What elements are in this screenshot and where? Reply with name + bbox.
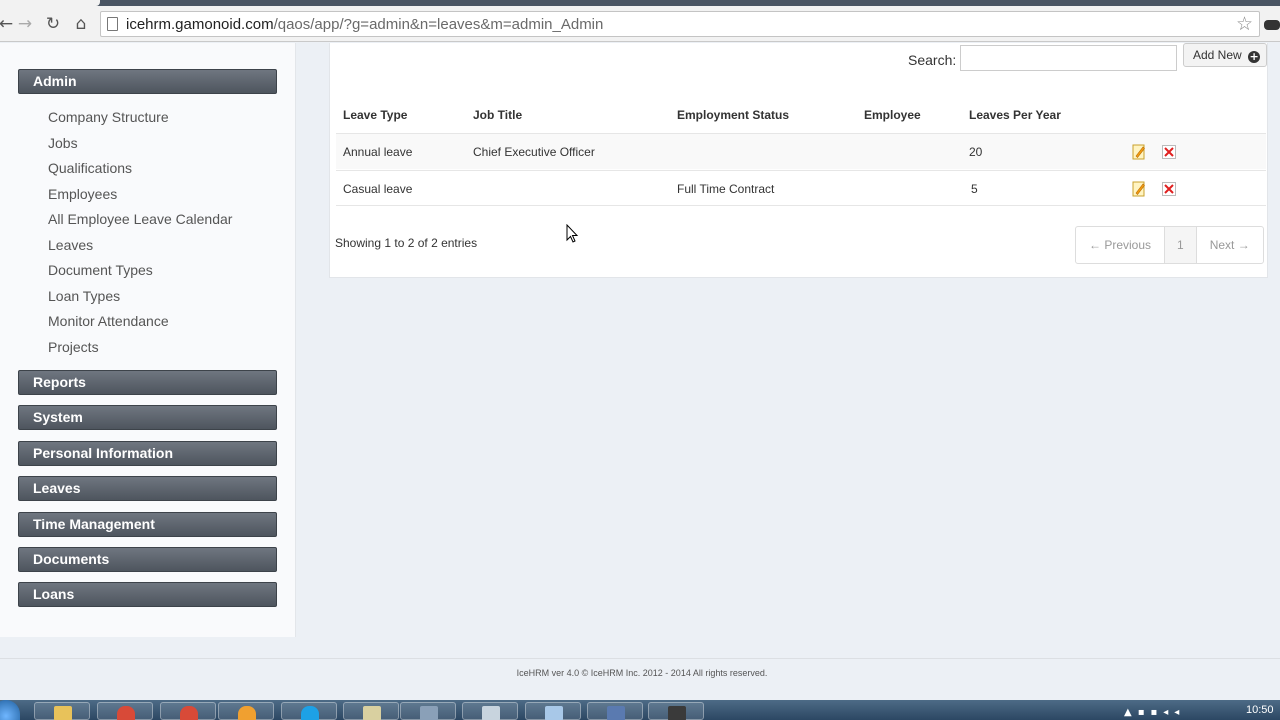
home-icon[interactable]: ⌂ [71, 14, 91, 34]
extension-icon[interactable] [1264, 20, 1280, 30]
sidebar-item-loan-types[interactable]: Loan Types [48, 288, 120, 304]
sidebar-item-jobs[interactable]: Jobs [48, 135, 78, 151]
sidebar-item-document-types[interactable]: Document Types [48, 262, 153, 278]
system-tray-icons[interactable]: ▲▪▪◂◂ [1124, 707, 1185, 718]
delete-icon[interactable] [1162, 145, 1176, 159]
back-icon[interactable]: ← [0, 14, 16, 34]
cell-employment-status: Full Time Contract [677, 182, 775, 196]
cell-job-title: Chief Executive Officer [473, 145, 595, 159]
app-taskbar-icon[interactable] [343, 702, 399, 720]
sidebar-header-time-management[interactable]: Time Management [18, 512, 277, 537]
sidebar-header-system[interactable]: System [18, 405, 277, 430]
cell-leaves-per-year: 5 [971, 182, 978, 196]
app-taskbar-icon[interactable] [525, 702, 581, 720]
edit-icon[interactable] [1132, 181, 1146, 197]
delete-icon[interactable] [1162, 182, 1176, 196]
sidebar-header-leaves[interactable]: Leaves [18, 476, 277, 501]
app-taskbar-icon[interactable] [648, 702, 704, 720]
taskbar-clock[interactable]: 10:50 [1246, 704, 1274, 716]
taskbar [0, 700, 1280, 720]
table-row: Casual leave Full Time Contract 5 [336, 170, 1266, 206]
column-header-job-title[interactable]: Job Title [473, 108, 522, 122]
sidebar-header-loans[interactable]: Loans [18, 582, 277, 607]
sidebar-header-admin[interactable]: Admin [18, 69, 277, 94]
sidebar-item-qualifications[interactable]: Qualifications [48, 160, 132, 176]
forward-icon[interactable]: → [15, 14, 35, 34]
start-button[interactable] [0, 700, 20, 720]
column-header-leaves-per-year[interactable]: Leaves Per Year [969, 108, 1061, 122]
address-bar[interactable]: icehrm.gamonoid.com/qaos/app/?g=admin&n=… [100, 11, 1260, 37]
search-label: Search: [908, 52, 957, 68]
footer-copyright: IceHRM ver 4.0 © IceHRM Inc. 2012 - 2014… [516, 668, 768, 678]
column-header-employment-status[interactable]: Employment Status [677, 108, 789, 122]
column-header-leave-type[interactable]: Leave Type [343, 108, 407, 122]
sidebar-item-employees[interactable]: Employees [48, 186, 117, 202]
media-player-taskbar-icon[interactable] [218, 702, 274, 720]
app-taskbar-icon[interactable] [462, 702, 518, 720]
cell-leave-type: Annual leave [343, 145, 413, 159]
cell-leave-type: Casual leave [343, 182, 413, 196]
search-input[interactable] [960, 45, 1177, 71]
sidebar-item-projects[interactable]: Projects [48, 339, 99, 355]
pagination-previous[interactable]: ← Previous [1076, 227, 1166, 263]
pagination-page-1[interactable]: 1 [1165, 227, 1197, 263]
app-taskbar-icon[interactable] [400, 702, 456, 720]
url-domain: icehrm.gamonoid.com [126, 16, 274, 33]
sidebar-header-documents[interactable]: Documents [18, 547, 277, 572]
reload-icon[interactable]: ↻ [43, 14, 63, 34]
column-header-employee[interactable]: Employee [864, 108, 921, 122]
table-row: Annual leave Chief Executive Officer 20 [336, 133, 1266, 169]
bookmark-star-icon[interactable]: ☆ [1236, 13, 1253, 35]
chrome-taskbar-icon[interactable] [97, 702, 153, 720]
sidebar-item-leaves[interactable]: Leaves [48, 237, 93, 253]
plus-circle-icon: + [1248, 50, 1261, 63]
pagination-next[interactable]: Next → [1197, 227, 1263, 263]
sidebar-item-monitor-attendance[interactable]: Monitor Attendance [48, 313, 169, 329]
browser-toolbar: ← → ↻ ⌂ icehrm.gamonoid.com/qaos/app/?g=… [0, 6, 1280, 42]
sidebar-header-reports[interactable]: Reports [18, 370, 277, 395]
cell-leaves-per-year: 20 [969, 145, 983, 159]
app-taskbar-icon[interactable] [587, 702, 643, 720]
sidebar-item-leave-calendar[interactable]: All Employee Leave Calendar [48, 211, 232, 227]
sidebar-header-personal-information[interactable]: Personal Information [18, 441, 277, 466]
add-new-label: Add New [1193, 48, 1242, 62]
edit-icon[interactable] [1132, 144, 1146, 160]
url-path: /qaos/app/?g=admin&n=leaves&m=admin_Admi… [273, 16, 604, 33]
table-info: Showing 1 to 2 of 2 entries [335, 236, 478, 250]
explorer-taskbar-icon[interactable] [34, 702, 90, 720]
sidebar-item-company-structure[interactable]: Company Structure [48, 109, 169, 125]
skype-taskbar-icon[interactable] [281, 702, 337, 720]
chrome-taskbar-icon[interactable] [160, 702, 216, 720]
add-new-button[interactable]: Add New + [1183, 43, 1267, 67]
page-icon [107, 17, 118, 31]
pagination: ← Previous 1 Next → [1075, 226, 1264, 264]
mouse-cursor-icon [566, 224, 579, 243]
url-text[interactable]: icehrm.gamonoid.com/qaos/app/?g=admin&n=… [126, 16, 603, 33]
footer-divider [0, 658, 1280, 659]
